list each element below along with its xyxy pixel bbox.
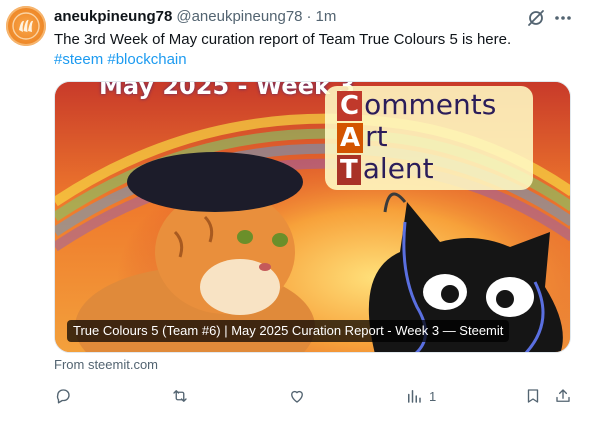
image-heading: May 2025 - Week 3 bbox=[99, 81, 355, 100]
hashtag-blockchain[interactable]: #blockchain bbox=[107, 51, 186, 68]
image-word-comments: Comments bbox=[337, 88, 496, 121]
share-button[interactable] bbox=[554, 385, 572, 407]
reply-button[interactable] bbox=[54, 385, 78, 407]
like-button[interactable] bbox=[288, 385, 312, 407]
image-letter-a: A bbox=[337, 123, 364, 153]
grok-icon[interactable] bbox=[526, 8, 546, 28]
views-count: 1 bbox=[429, 388, 437, 404]
action-bar: 1 bbox=[54, 385, 574, 407]
reply-icon bbox=[56, 389, 70, 404]
image-word-talent: Talent bbox=[337, 152, 434, 185]
bookmark-icon bbox=[527, 389, 539, 403]
image-letter-t: T bbox=[337, 155, 361, 185]
image-word-art-rest: rt bbox=[365, 120, 388, 153]
views-button[interactable]: 1 bbox=[405, 385, 436, 407]
repost-button[interactable] bbox=[171, 385, 195, 407]
author-handle[interactable]: @aneukpineung78 bbox=[176, 8, 302, 25]
steem-logo-icon bbox=[12, 12, 40, 40]
author-name[interactable]: aneukpineung78 bbox=[54, 8, 172, 25]
tweet-header: aneukpineung78 @aneukpineung78 · 1m bbox=[54, 6, 336, 26]
tweet-text: The 3rd Week of May curation report of T… bbox=[54, 31, 512, 48]
share-icon bbox=[556, 389, 570, 402]
separator-dot: · bbox=[306, 7, 312, 25]
image-word-art: Art bbox=[337, 120, 388, 153]
like-icon bbox=[291, 390, 303, 403]
more-icon[interactable] bbox=[553, 8, 573, 28]
card-source[interactable]: From steemit.com bbox=[54, 357, 158, 372]
image-word-talent-rest: alent bbox=[362, 152, 434, 185]
views-icon bbox=[408, 390, 421, 403]
tweet[interactable]: aneukpineung78 @aneukpineung78 · 1m The … bbox=[0, 0, 596, 425]
hashtag-steem[interactable]: #steem bbox=[54, 51, 103, 68]
image-cat-box: Comments Art Talent bbox=[325, 86, 533, 190]
avatar[interactable] bbox=[6, 6, 46, 46]
repost-icon bbox=[173, 390, 187, 402]
image-word-comments-rest: omments bbox=[364, 88, 497, 121]
hashtags: #steem #blockchain bbox=[54, 50, 187, 70]
timestamp[interactable]: 1m bbox=[316, 8, 337, 25]
bookmark-button[interactable] bbox=[524, 385, 542, 407]
image-letter-c: C bbox=[337, 91, 363, 121]
card-title[interactable]: True Colours 5 (Team #6) | May 2025 Cura… bbox=[67, 320, 510, 342]
link-card[interactable]: May 2025 - Week 3 Comments Art Talent Tr… bbox=[54, 81, 571, 353]
